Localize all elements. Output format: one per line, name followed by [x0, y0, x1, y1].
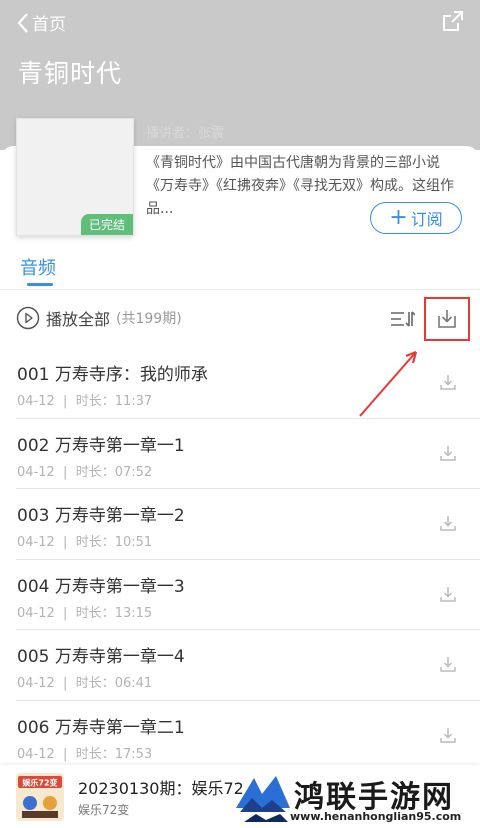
divider — [0, 289, 480, 290]
episode-duration: 时长：10:51 — [75, 535, 153, 550]
list-item[interactable]: 002 万寿寺第一章一1 04-12 | 时长：07:52 — [16, 419, 480, 489]
episode-meta: 04-12 | 时长：10:51 — [17, 535, 153, 550]
episode-duration: 时长：06:41 — [75, 676, 153, 691]
episode-meta: 04-12 | 时长：07:52 — [17, 464, 153, 480]
sort-button[interactable] — [389, 308, 416, 334]
episode-duration: 时长：07:52 — [75, 464, 153, 480]
episode-download-button[interactable] — [438, 584, 458, 608]
share-button[interactable] — [442, 10, 464, 36]
back-label: 首页 — [32, 15, 66, 35]
episode-meta: 04-12 | 时长：06:41 — [17, 676, 153, 691]
subscribe-label: 订阅 — [410, 210, 443, 229]
tab-audio[interactable]: 音频 — [20, 254, 56, 280]
episode-download-button[interactable] — [438, 372, 458, 396]
episode-meta: 04-12 | 时长：11:37 — [17, 394, 153, 409]
watermark: 鸿联手游网 www.henanhonglian95.com — [232, 768, 480, 828]
list-item[interactable]: 003 万寿寺第一章一2 04-12 | 时长：10:51 — [16, 489, 480, 560]
episode-duration: 时长：13:15 — [75, 605, 153, 621]
author-label: 播讲者：张震 — [146, 126, 225, 141]
episode-meta: 04-12 | 时长：13:15 — [17, 605, 153, 621]
download-icon — [440, 586, 456, 602]
page-title: 青铜时代 — [18, 59, 123, 88]
album-cover: 已完结 — [16, 118, 134, 236]
episode-date: 04-12 — [17, 464, 55, 480]
play-circle-icon — [16, 306, 40, 330]
episode-download-button[interactable] — [438, 513, 458, 537]
episode-download-button[interactable] — [438, 725, 458, 749]
mini-player-subtitle: 娱乐72变 — [78, 803, 130, 817]
download-all-button[interactable] — [424, 297, 470, 341]
episode-date: 04-12 — [17, 676, 55, 691]
episode-count: (共199期) — [116, 311, 182, 327]
episode-title: 001 万寿寺序：我的师承 — [17, 365, 208, 385]
episode-title: 004 万寿寺第一章一3 — [17, 576, 185, 597]
episode-download-button[interactable] — [438, 654, 458, 678]
mini-player-title: 20230130期：娱乐72 — [78, 779, 244, 798]
episode-title: 005 万寿寺第一章一4 — [17, 647, 185, 667]
list-item[interactable]: 005 万寿寺第一章一4 04-12 | 时长：06:41 — [16, 630, 480, 701]
episode-date: 04-12 — [17, 746, 55, 762]
show-cover-art: 娱乐72变 — [16, 773, 64, 821]
watermark-logo-icon — [236, 776, 290, 822]
back-button[interactable]: 首页 — [16, 10, 66, 35]
download-icon — [440, 516, 456, 531]
download-icon — [440, 657, 456, 672]
play-all-button[interactable]: 播放全部 (共199期) — [16, 306, 182, 330]
tab-indicator — [27, 283, 53, 286]
episode-title: 003 万寿寺第一章一2 — [17, 506, 185, 526]
episode-duration: 时长：17:53 — [75, 746, 153, 762]
episode-meta: 04-12 | 时长：17:53 — [17, 746, 153, 762]
plus-icon: + — [389, 205, 408, 230]
episode-title: 002 万寿寺第一章一1 — [17, 435, 185, 456]
share-icon — [443, 11, 463, 31]
episode-date: 04-12 — [17, 535, 55, 550]
list-item[interactable]: 001 万寿寺序：我的师承 04-12 | 时长：11:37 — [16, 348, 480, 419]
list-item[interactable]: 006 万寿寺第一章二1 04-12 | 时长：17:53 — [16, 701, 480, 771]
sort-icon — [391, 311, 416, 327]
play-all-label: 播放全部 — [46, 310, 111, 329]
episode-date: 04-12 — [17, 394, 55, 409]
download-icon — [438, 310, 456, 328]
subscribe-button[interactable]: + 订阅 — [370, 202, 462, 234]
download-icon — [440, 375, 456, 390]
download-icon — [440, 445, 456, 461]
download-icon — [440, 727, 456, 743]
mini-player-cover: 娱乐72变 — [16, 773, 64, 821]
cover-text: 娱乐72变 — [22, 778, 57, 788]
list-item[interactable]: 004 万寿寺第一章一3 04-12 | 时长：13:15 — [16, 560, 480, 630]
episode-download-button[interactable] — [438, 443, 458, 467]
episode-date: 04-12 — [17, 605, 55, 621]
status-badge: 已完结 — [80, 214, 133, 235]
episode-duration: 时长：11:37 — [75, 394, 153, 409]
watermark-url: www.henanhonglian95.com — [290, 810, 462, 823]
episode-list: 001 万寿寺序：我的师承 04-12 | 时长：11:37 002 万寿寺第一… — [0, 348, 480, 771]
chevron-left-icon — [17, 12, 28, 33]
episode-title: 006 万寿寺第一章二1 — [17, 717, 185, 738]
